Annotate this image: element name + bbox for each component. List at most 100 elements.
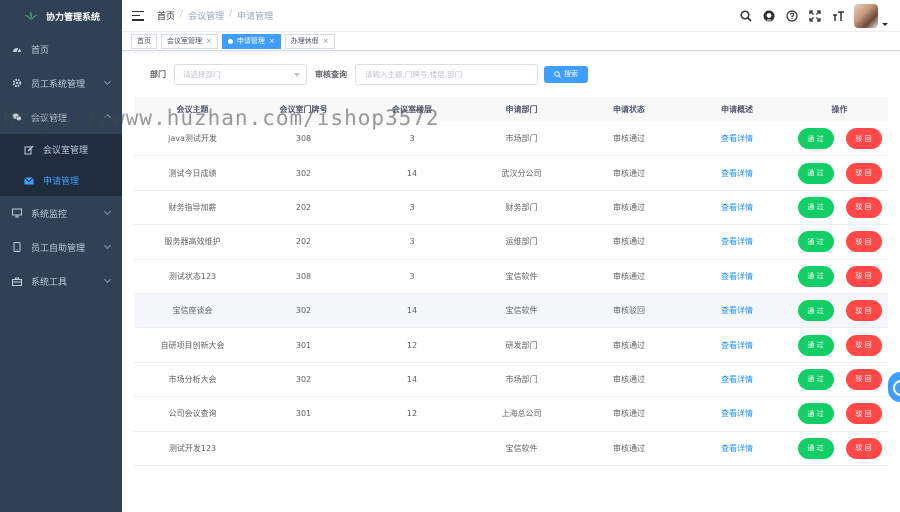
font-size-icon[interactable]: [831, 9, 845, 23]
view-detail-link[interactable]: 查看详情: [721, 444, 753, 453]
cell-floor: 3: [409, 202, 415, 212]
sidebar-item-employee-self-service[interactable]: 员工自助管理: [0, 230, 122, 264]
reject-button[interactable]: 驳 回: [845, 368, 882, 390]
tag-leave[interactable]: 办理休假 ×: [284, 33, 335, 49]
approve-button[interactable]: 通 过: [797, 231, 834, 253]
float-widget-icon[interactable]: [888, 372, 900, 402]
tag-home[interactable]: 首页: [131, 33, 157, 49]
approve-button[interactable]: 通 过: [797, 334, 834, 356]
help-icon[interactable]: [785, 9, 799, 23]
cell-actions: 通 过驳 回: [791, 162, 888, 184]
view-detail-link[interactable]: 查看详情: [721, 134, 753, 143]
cell-detail: 查看详情: [683, 133, 791, 144]
cell-room: 202: [295, 237, 312, 247]
reject-button[interactable]: 驳 回: [845, 300, 882, 322]
table-row: 测试状态123 308 3 宝信软件 审核通过 查看详情 通 过驳 回: [134, 260, 888, 294]
cell-topic: 测试状态123: [168, 271, 217, 281]
cell-floor: 3: [409, 237, 415, 247]
sidebar-item-employee-system[interactable]: 员工系统管理: [0, 66, 122, 100]
view-detail-link[interactable]: 查看详情: [721, 272, 753, 281]
close-icon[interactable]: ×: [206, 37, 212, 45]
close-icon[interactable]: ×: [323, 37, 329, 45]
dept-select-placeholder: 请选择部门: [183, 69, 221, 79]
reject-button[interactable]: 驳 回: [845, 128, 882, 150]
table-row: 服务器高效维护 202 3 运维部门 审核通过 查看详情 通 过驳 回: [134, 225, 888, 260]
cell-topic: 财务指导加薪: [168, 202, 217, 212]
approve-button[interactable]: 通 过: [797, 128, 834, 150]
tags-view: 首页 会议室管理 × 申请管理 × 办理休假 ×: [122, 32, 900, 51]
tag-label: 首页: [137, 37, 151, 45]
sidebar-item-label: 员工自助管理: [31, 243, 86, 254]
sidebar-item-system-tools[interactable]: 系统工具: [0, 264, 122, 298]
github-icon[interactable]: [762, 9, 776, 23]
cell-actions: 通 过驳 回: [791, 128, 888, 150]
chevron-down-icon: [103, 275, 112, 284]
cell-status: 审核通过: [613, 202, 645, 212]
approve-button[interactable]: 通 过: [797, 403, 834, 425]
reject-button[interactable]: 驳 回: [845, 265, 882, 287]
cell-status: 审核通过: [613, 443, 645, 453]
view-detail-link[interactable]: 查看详情: [721, 306, 753, 315]
view-detail-link[interactable]: 查看详情: [721, 341, 753, 350]
approve-button[interactable]: 通 过: [797, 265, 834, 287]
chevron-up-icon: [103, 113, 112, 122]
cell-dept: 研发部门: [505, 340, 538, 350]
search-icon: [554, 70, 561, 78]
search-button[interactable]: 搜索: [544, 65, 588, 83]
table-row: 测试开发123 宝信软件 审核通过 查看详情 通 过驳 回: [134, 432, 888, 466]
view-detail-link[interactable]: 查看详情: [721, 375, 753, 384]
sidebar-item-home[interactable]: 首页: [0, 32, 122, 66]
search-icon[interactable]: [739, 9, 753, 23]
sidebar-item-meeting[interactable]: 会议管理: [0, 100, 122, 134]
cell-room: 302: [295, 168, 312, 178]
edit-icon: [24, 145, 34, 155]
reject-button[interactable]: 驳 回: [845, 196, 882, 218]
cell-detail: 查看详情: [683, 202, 791, 213]
approve-button[interactable]: 通 过: [797, 196, 834, 218]
brand[interactable]: 协力管理系统: [0, 0, 122, 32]
approve-button[interactable]: 通 过: [797, 368, 834, 390]
reject-button[interactable]: 驳 回: [845, 231, 882, 253]
view-detail-link[interactable]: 查看详情: [721, 237, 753, 246]
reject-button[interactable]: 驳 回: [845, 437, 882, 459]
query-label: 审核查询: [315, 69, 347, 79]
caret-down-icon[interactable]: [882, 22, 888, 26]
approve-button[interactable]: 通 过: [797, 162, 834, 184]
view-detail-link[interactable]: 查看详情: [721, 409, 753, 418]
dept-select[interactable]: 请选择部门: [174, 63, 307, 85]
hamburger-icon[interactable]: [132, 10, 144, 21]
cell-floor: 3: [409, 271, 415, 281]
cell-detail: 查看详情: [683, 236, 791, 247]
approve-button[interactable]: 通 过: [797, 300, 834, 322]
cell-actions: 通 过驳 回: [791, 403, 888, 425]
cell-detail: 查看详情: [683, 168, 791, 179]
tag-room-management[interactable]: 会议室管理 ×: [161, 33, 218, 49]
sidebar-item-label: 申请管理: [43, 177, 80, 187]
meeting-submenu: 会议室管理 申请管理: [0, 134, 122, 196]
view-detail-link[interactable]: 查看详情: [721, 169, 753, 178]
sidebar-item-system-monitor[interactable]: 系统监控: [0, 196, 122, 230]
sidebar-item-application-management[interactable]: 申请管理: [0, 165, 122, 196]
gear-icon: [12, 78, 22, 88]
cell-topic: java测试开发: [168, 134, 217, 144]
tag-application-management[interactable]: 申请管理 ×: [221, 33, 281, 49]
approve-button[interactable]: 通 过: [797, 437, 834, 459]
sidebar-item-room-management[interactable]: 会议室管理: [0, 134, 122, 165]
avatar[interactable]: [854, 4, 878, 28]
view-detail-link[interactable]: 查看详情: [721, 203, 753, 212]
reject-button[interactable]: 驳 回: [845, 162, 882, 184]
cell-topic: 宝信座谈会: [172, 306, 213, 316]
cell-detail: 查看详情: [683, 340, 791, 351]
reject-button[interactable]: 驳 回: [845, 334, 882, 356]
phone-icon: [12, 242, 22, 252]
cell-topic: 自研项目创新大会: [160, 340, 225, 350]
breadcrumb-item-home[interactable]: 首页: [157, 9, 175, 22]
cell-status: 审核通过: [613, 374, 645, 384]
close-icon[interactable]: ×: [269, 37, 275, 45]
logo-icon: [24, 11, 38, 21]
fullscreen-icon[interactable]: [808, 9, 822, 23]
breadcrumb-separator: /: [180, 9, 184, 19]
cell-dept: 运维部门: [505, 237, 538, 247]
reject-button[interactable]: 驳 回: [845, 403, 882, 425]
query-input[interactable]: 请输入主题,门牌号,楼层,部门: [355, 63, 538, 85]
